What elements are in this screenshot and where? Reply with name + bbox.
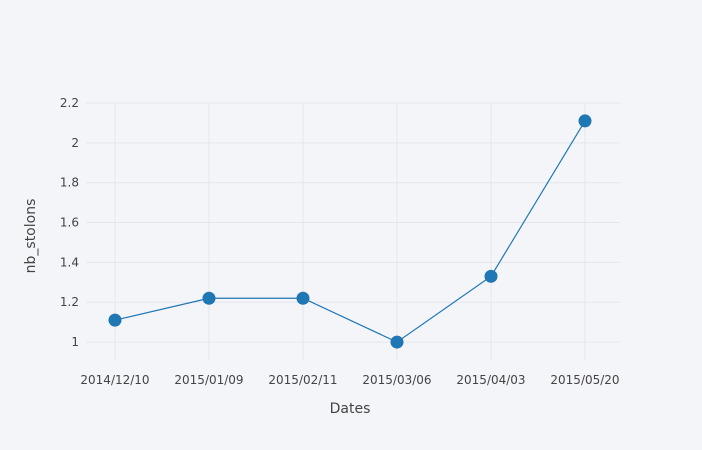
series-line [114,120,586,343]
x-axis-ticks: 2014/12/10 2015/01/09 2015/02/11 2015/03/06… [80,373,619,387]
y-tick-label: 1.2 [60,295,79,309]
x-tick-label: 2015/05/20 [550,373,619,387]
chart-svg: 11.21.41.61.822.2 2014/12/10 2015/01/09 20… [23,96,620,417]
y-tick-label: 2.2 [60,96,79,110]
data-point[interactable] [578,114,592,128]
y-axis-title: nb_stolons [23,199,39,274]
x-axis-title: Dates [330,401,371,417]
y-tick-label: 1.4 [60,255,79,269]
x-tick-label: 2015/02/11 [268,373,337,387]
x-tick-label: 2014/12/10 [80,373,149,387]
x-tick-label: 2015/01/09 [174,373,243,387]
series [108,114,592,349]
data-point[interactable] [390,335,404,349]
y-axis-ticks: 1 1.2 1.4 1.6 1.8 2 2.2 [60,96,79,349]
data-point[interactable] [484,269,498,283]
data-point[interactable] [202,291,216,305]
data-point[interactable] [108,313,122,327]
y-tick-label: 1.6 [60,216,79,230]
y-tick-label: 2 [71,136,79,150]
y-tick-label: 1 [71,335,79,349]
x-tick-label: 2015/03/06 [362,373,431,387]
line-chart: 1 1.2 1.4 1.6 1.8 2 2.2 2014/12/10 2015/01/09 20… [0,0,702,450]
y-tick-label: 1.8 [60,176,79,190]
data-point[interactable] [296,291,310,305]
x-tick-label: 2015/04/03 [456,373,525,387]
